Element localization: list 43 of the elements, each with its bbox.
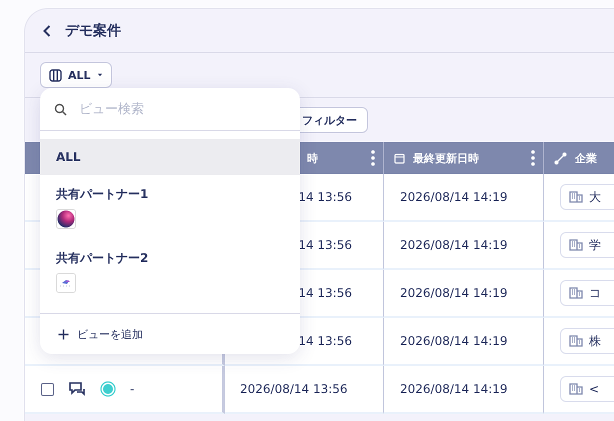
more-icon[interactable] [531,150,535,166]
view-selector[interactable]: ALL [40,62,112,88]
table-cell: 2026/08/14 14:19 [384,222,544,270]
status-text: - [130,382,134,396]
view-menu-item[interactable]: 共有パートナー1 [40,175,300,239]
table-cell: 2026/08/14 14:19 [384,174,544,222]
company-chip[interactable]: 株 [560,328,614,354]
logo-icon [56,272,76,292]
back-icon[interactable] [43,24,51,36]
company-chip[interactable]: 学 [560,232,614,258]
column-title: 最終更新日時 [413,150,479,166]
plus-icon [58,328,69,340]
table-cell: 2026/08/14 13:56 [225,366,384,414]
company-chip[interactable]: < [560,376,614,402]
view-name: 共有パートナー2 [56,250,150,266]
columns-icon [49,68,62,82]
search-icon [54,102,67,116]
table-cell: 2026/08/14 14:19 [384,366,544,414]
building-icon [569,239,583,251]
avatar-icon [56,208,76,228]
building-icon [569,335,583,347]
row-checkbox[interactable] [41,382,54,396]
view-name: ALL [56,150,82,164]
table-cell: 2026/08/14 14:19 [384,270,544,318]
status-icon [100,381,116,397]
company-chip[interactable]: 大 [560,184,614,210]
add-view-button[interactable]: ビューを追加 [40,313,300,354]
building-icon [569,191,583,203]
view-name: 共有パートナー1 [56,186,150,202]
company-chip[interactable]: コ [560,280,614,306]
column-title: 時 [307,150,318,166]
calendar-icon [394,152,405,164]
caret-icon [96,73,103,77]
building-icon [569,287,583,299]
more-icon[interactable] [371,150,375,166]
view-menu-item[interactable]: 共有パートナー2 [40,239,300,303]
table-cell: 2026/08/14 14:19 [384,318,544,366]
building-icon [569,383,583,395]
page-title: デモ案件 [65,22,121,40]
link-icon [554,152,567,164]
view-menu-item[interactable]: ALL [40,139,300,175]
chat-icon[interactable] [68,380,86,398]
column-title: 企業 [575,150,597,166]
